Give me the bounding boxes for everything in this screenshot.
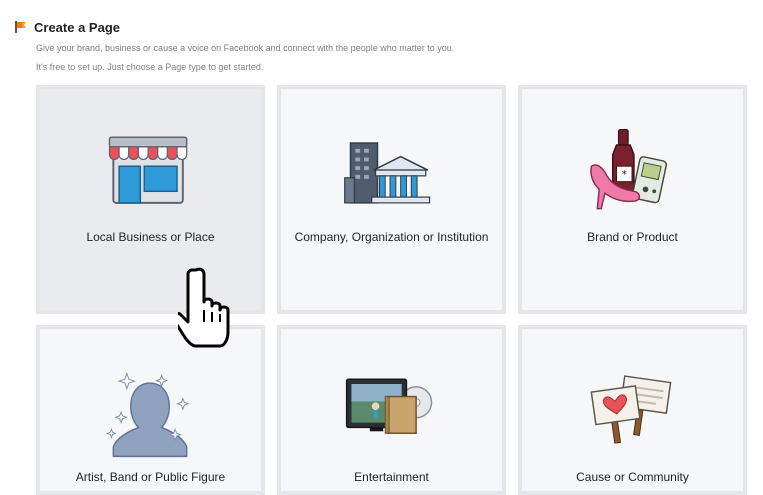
tile-label: Entertainment	[354, 470, 429, 484]
tile-entertainment[interactable]: Entertainment	[277, 325, 506, 495]
hand-cursor-icon	[178, 267, 230, 348]
intro-subtext: It's free to set up. Just choose a Page …	[36, 62, 264, 72]
tile-label: Cause or Community	[576, 470, 689, 484]
signs-icon	[590, 375, 672, 444]
intro-text: Give your brand, business or cause a voi…	[36, 43, 455, 53]
page-title: Create a Page	[34, 19, 120, 35]
tile-label: Local Business or Place	[86, 230, 215, 244]
svg-text:*: *	[622, 168, 627, 181]
buildings-icon	[344, 142, 431, 204]
tile-company[interactable]: Company, Organization or Institution	[277, 85, 506, 314]
tile-brand-product[interactable]: * Brand or Product	[518, 85, 747, 314]
products-icon: *	[590, 128, 668, 210]
tile-artist[interactable]: Artist, Band or Public Figure	[36, 325, 265, 495]
tv-media-icon	[345, 378, 433, 434]
person-silhouette-icon	[106, 371, 190, 458]
tile-label: Brand or Product	[587, 230, 678, 244]
page-header: Create a Page	[14, 17, 120, 37]
tile-label: Company, Organization or Institution	[294, 230, 489, 244]
flag-icon	[15, 21, 26, 33]
tile-cause[interactable]: Cause or Community	[518, 325, 747, 495]
tile-label: Artist, Band or Public Figure	[75, 470, 226, 484]
